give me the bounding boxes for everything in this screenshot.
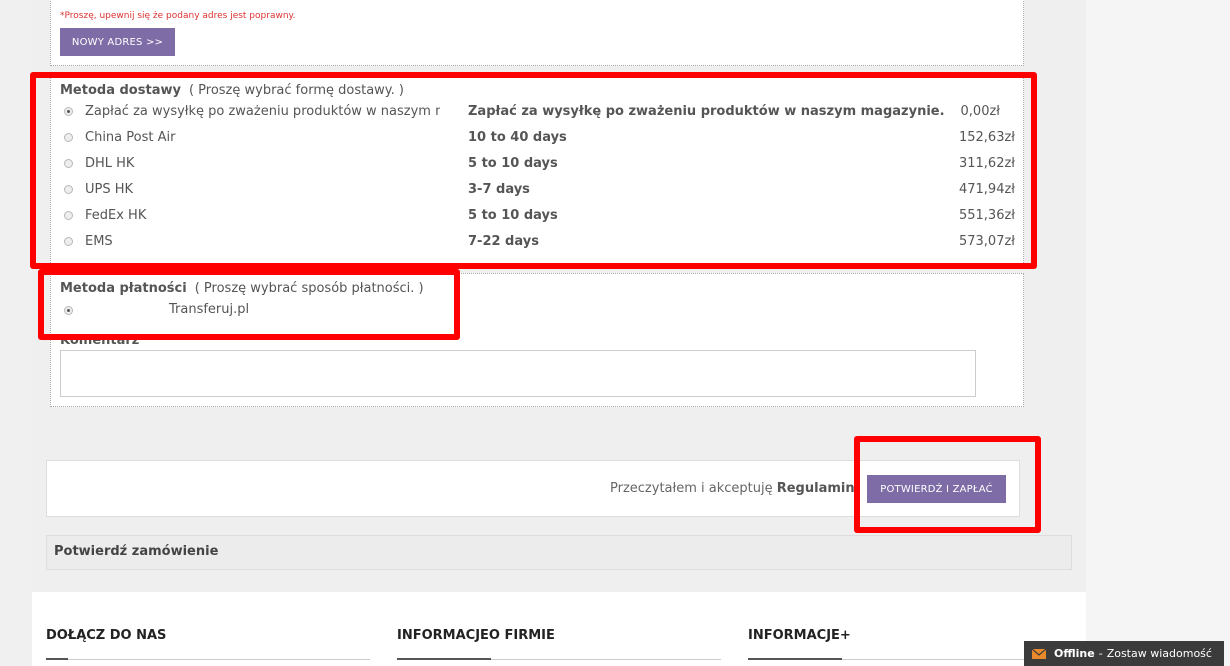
page-background-left — [0, 0, 32, 666]
chat-widget[interactable]: Offline - Zostaw wiadomość — [1024, 641, 1224, 666]
pay-button-highlight — [854, 436, 1041, 533]
new-address-button[interactable]: NOWY ADRES >> — [60, 28, 175, 56]
accept-text: Przeczytałem i akceptuję — [610, 481, 773, 496]
address-section — [50, 0, 1024, 66]
address-warning: *Proszę, upewnij się że podany adres jes… — [60, 11, 296, 21]
page-background-right — [1086, 0, 1230, 666]
terms-link[interactable]: Regulamin — [777, 481, 855, 496]
payment-highlight — [38, 269, 460, 340]
footer — [32, 592, 1086, 666]
accept-terms-text: Przeczytałem i akceptuję Regulamin — [610, 481, 855, 496]
chat-action: Zostaw wiadomość — [1106, 647, 1212, 660]
envelope-icon — [1032, 648, 1046, 659]
comment-textarea[interactable] — [60, 350, 976, 397]
footer-col-company: INFORMACJEO FIRMIE — [397, 628, 555, 643]
footer-divider-2 — [397, 658, 721, 660]
footer-col-info: INFORMACJE+ — [748, 628, 851, 643]
footer-divider-1 — [46, 658, 370, 660]
chat-status: Offline — [1054, 647, 1095, 660]
chat-separator: - — [1098, 647, 1103, 660]
confirm-order-title: Potwierdź zamówienie — [54, 544, 219, 559]
footer-col-join: DOŁĄCZ DO NAS — [46, 628, 167, 643]
shipping-highlight — [30, 72, 1037, 269]
